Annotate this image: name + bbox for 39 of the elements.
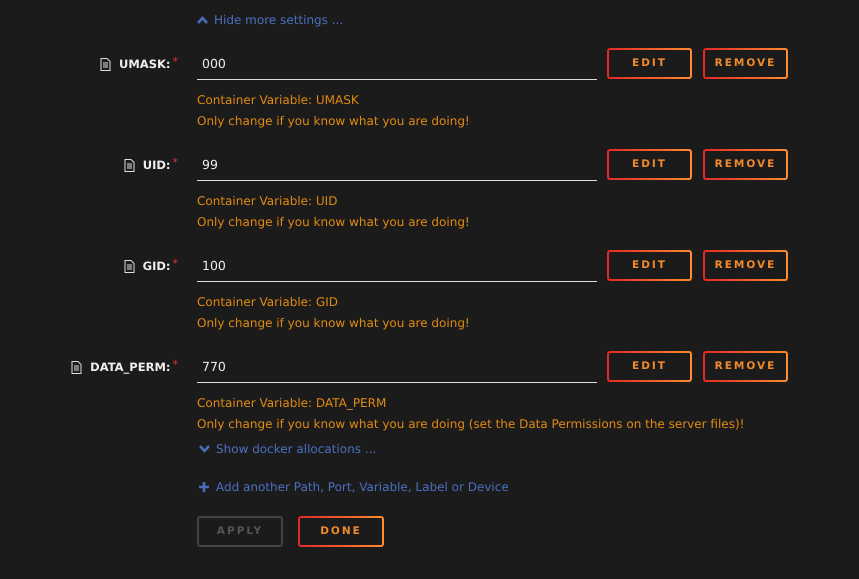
remove-button[interactable]: REMOVE xyxy=(703,149,788,180)
setting-label: DATA_PERM: xyxy=(90,359,170,376)
remove-button[interactable]: REMOVE xyxy=(703,48,788,79)
warning-text: Only change if you know what you are doing! xyxy=(197,214,471,231)
chevron-down-icon xyxy=(199,445,210,453)
setting-label: GID: xyxy=(142,258,170,275)
document-icon xyxy=(100,58,112,72)
required-mark: * xyxy=(172,357,178,373)
edit-button[interactable]: EDIT xyxy=(607,149,692,180)
edit-button[interactable]: EDIT xyxy=(607,351,692,382)
edit-button[interactable]: EDIT xyxy=(607,48,692,79)
value-field[interactable]: 000 xyxy=(197,48,597,80)
value-field[interactable]: 770 xyxy=(197,351,597,383)
hide-settings-link[interactable]: Hide more settings ... xyxy=(197,11,859,29)
document-icon xyxy=(71,361,82,374)
value-field[interactable]: 99 xyxy=(197,149,597,181)
setting-label: UMASK: xyxy=(119,56,170,73)
plus-icon xyxy=(199,482,209,492)
variable-description: Container Variable: DATA_PERM xyxy=(197,395,388,412)
required-mark: * xyxy=(172,54,178,70)
document-icon xyxy=(124,159,135,172)
required-mark: * xyxy=(172,256,178,272)
variable-description: Container Variable: GID xyxy=(197,294,339,311)
warning-text: Only change if you know what you are doing (set the Data Permissions on the server files)! xyxy=(197,416,746,433)
variable-description: Container Variable: UMASK xyxy=(197,92,360,109)
show-allocations-link[interactable]: Show docker allocations ... xyxy=(199,440,859,458)
setting-label: UID: xyxy=(142,157,170,174)
action-button[interactable]: DONE xyxy=(298,516,384,547)
document-icon xyxy=(124,260,135,274)
warning-text: Only change if you know what you are doing! xyxy=(197,315,471,332)
value-field[interactable]: 100 xyxy=(197,250,597,282)
remove-button[interactable]: REMOVE xyxy=(703,351,788,382)
remove-button[interactable]: REMOVE xyxy=(703,250,788,281)
warning-text: Only change if you know what you are doing! xyxy=(197,113,471,130)
required-mark: * xyxy=(172,155,178,171)
add-variable-link[interactable]: Add another Path, Port, Variable, Label or Device xyxy=(199,478,859,496)
edit-button[interactable]: EDIT xyxy=(607,250,692,281)
chevron-up-icon xyxy=(197,16,208,24)
variable-description: Container Variable: UID xyxy=(197,193,338,210)
